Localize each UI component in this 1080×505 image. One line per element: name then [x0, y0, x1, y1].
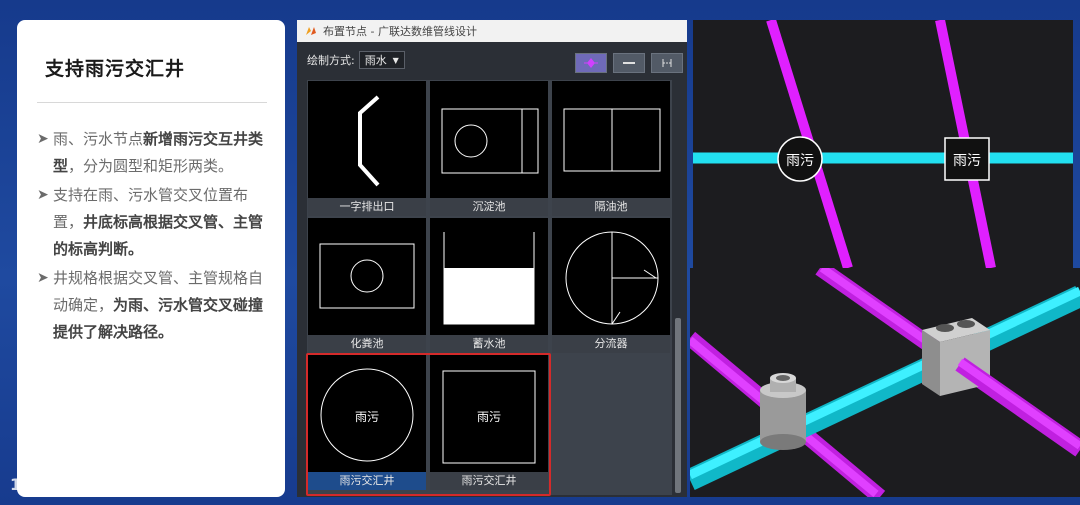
bullet-item: ➤ 支持在雨、污水管交叉位置布置，井底标高根据交叉管、主管的标高判断。	[37, 182, 269, 263]
node-item-reservoir[interactable]: 蓄水池	[430, 218, 548, 353]
3d-view[interactable]	[690, 268, 1080, 497]
bullet-list: ➤ 雨、污水节点新增雨污交互井类型，分为圆型和矩形两类。 ➤ 支持在雨、污水管交…	[37, 126, 269, 348]
split-tool-button[interactable]	[651, 53, 683, 73]
svg-text:雨污: 雨污	[953, 153, 981, 169]
dialog-titlebar: 布置节点 - 广联达数维管线设计	[297, 20, 687, 42]
app-logo-icon	[306, 27, 316, 35]
dialog-title: 布置节点 - 广联达数维管线设计	[323, 25, 477, 38]
outlet-symbol-icon	[358, 95, 380, 187]
card-title: 支持雨污交汇井	[45, 58, 186, 80]
node-item-outlet[interactable]: 一字排出口	[308, 81, 426, 216]
svg-text:雨污: 雨污	[786, 153, 814, 169]
selection-highlight	[306, 353, 551, 496]
reservoir-icon	[443, 232, 535, 325]
chevron-down-icon: ▼	[392, 55, 399, 65]
draw-mode-label: 绘制方式:	[307, 54, 355, 67]
split-tool-icon	[662, 59, 672, 67]
node-tool-icon	[584, 58, 598, 68]
node-item-septic-tank[interactable]: 化粪池	[308, 218, 426, 353]
watermark-text: 大数跨境	[54, 475, 126, 496]
watermark: 1 大数跨境	[10, 471, 126, 497]
card-divider	[37, 102, 267, 103]
chevron-right-icon: ➤	[37, 131, 49, 147]
plan-view[interactable]: 雨污 雨污	[693, 20, 1073, 268]
line-tool-button[interactable]	[613, 53, 645, 73]
draw-mode-select[interactable]: 雨水 ▼	[358, 51, 405, 69]
diverter-icon	[565, 231, 659, 325]
plan-view-canvas: 雨污 雨污	[693, 20, 1073, 268]
chevron-right-icon: ➤	[37, 187, 49, 203]
round-well-3d[interactable]	[760, 373, 806, 450]
bullet-item: ➤ 井规格根据交叉管、主管规格自动确定，为雨、污水管交叉碰撞提供了解决路径。	[37, 265, 269, 346]
node-item-sedimentation-tank[interactable]: 沉淀池	[430, 81, 548, 216]
feature-card: 支持雨污交汇井 ➤ 雨、污水节点新增雨污交互井类型，分为圆型和矩形两类。 ➤ 支…	[17, 20, 285, 497]
3d-view-canvas	[690, 268, 1080, 497]
bullet-item: ➤ 雨、污水节点新增雨污交互井类型，分为圆型和矩形两类。	[37, 126, 269, 180]
node-item-diverter[interactable]: 分流器	[552, 218, 670, 353]
line-tool-icon	[623, 62, 635, 64]
place-node-dialog: 布置节点 - 广联达数维管线设计 绘制方式: 雨水 ▼ 一字排出口 沉淀池 隔油…	[297, 20, 687, 497]
grease-trap-icon	[563, 108, 661, 172]
sedimentation-tank-icon	[441, 108, 539, 174]
brand-logo-icon: 1	[10, 475, 47, 494]
chevron-right-icon: ➤	[37, 270, 49, 286]
node-item-grease-trap[interactable]: 隔油池	[552, 81, 670, 216]
grid-scroll-thumb[interactable]	[675, 318, 681, 493]
place-node-tool-button[interactable]	[575, 53, 607, 73]
septic-tank-icon	[319, 243, 415, 309]
